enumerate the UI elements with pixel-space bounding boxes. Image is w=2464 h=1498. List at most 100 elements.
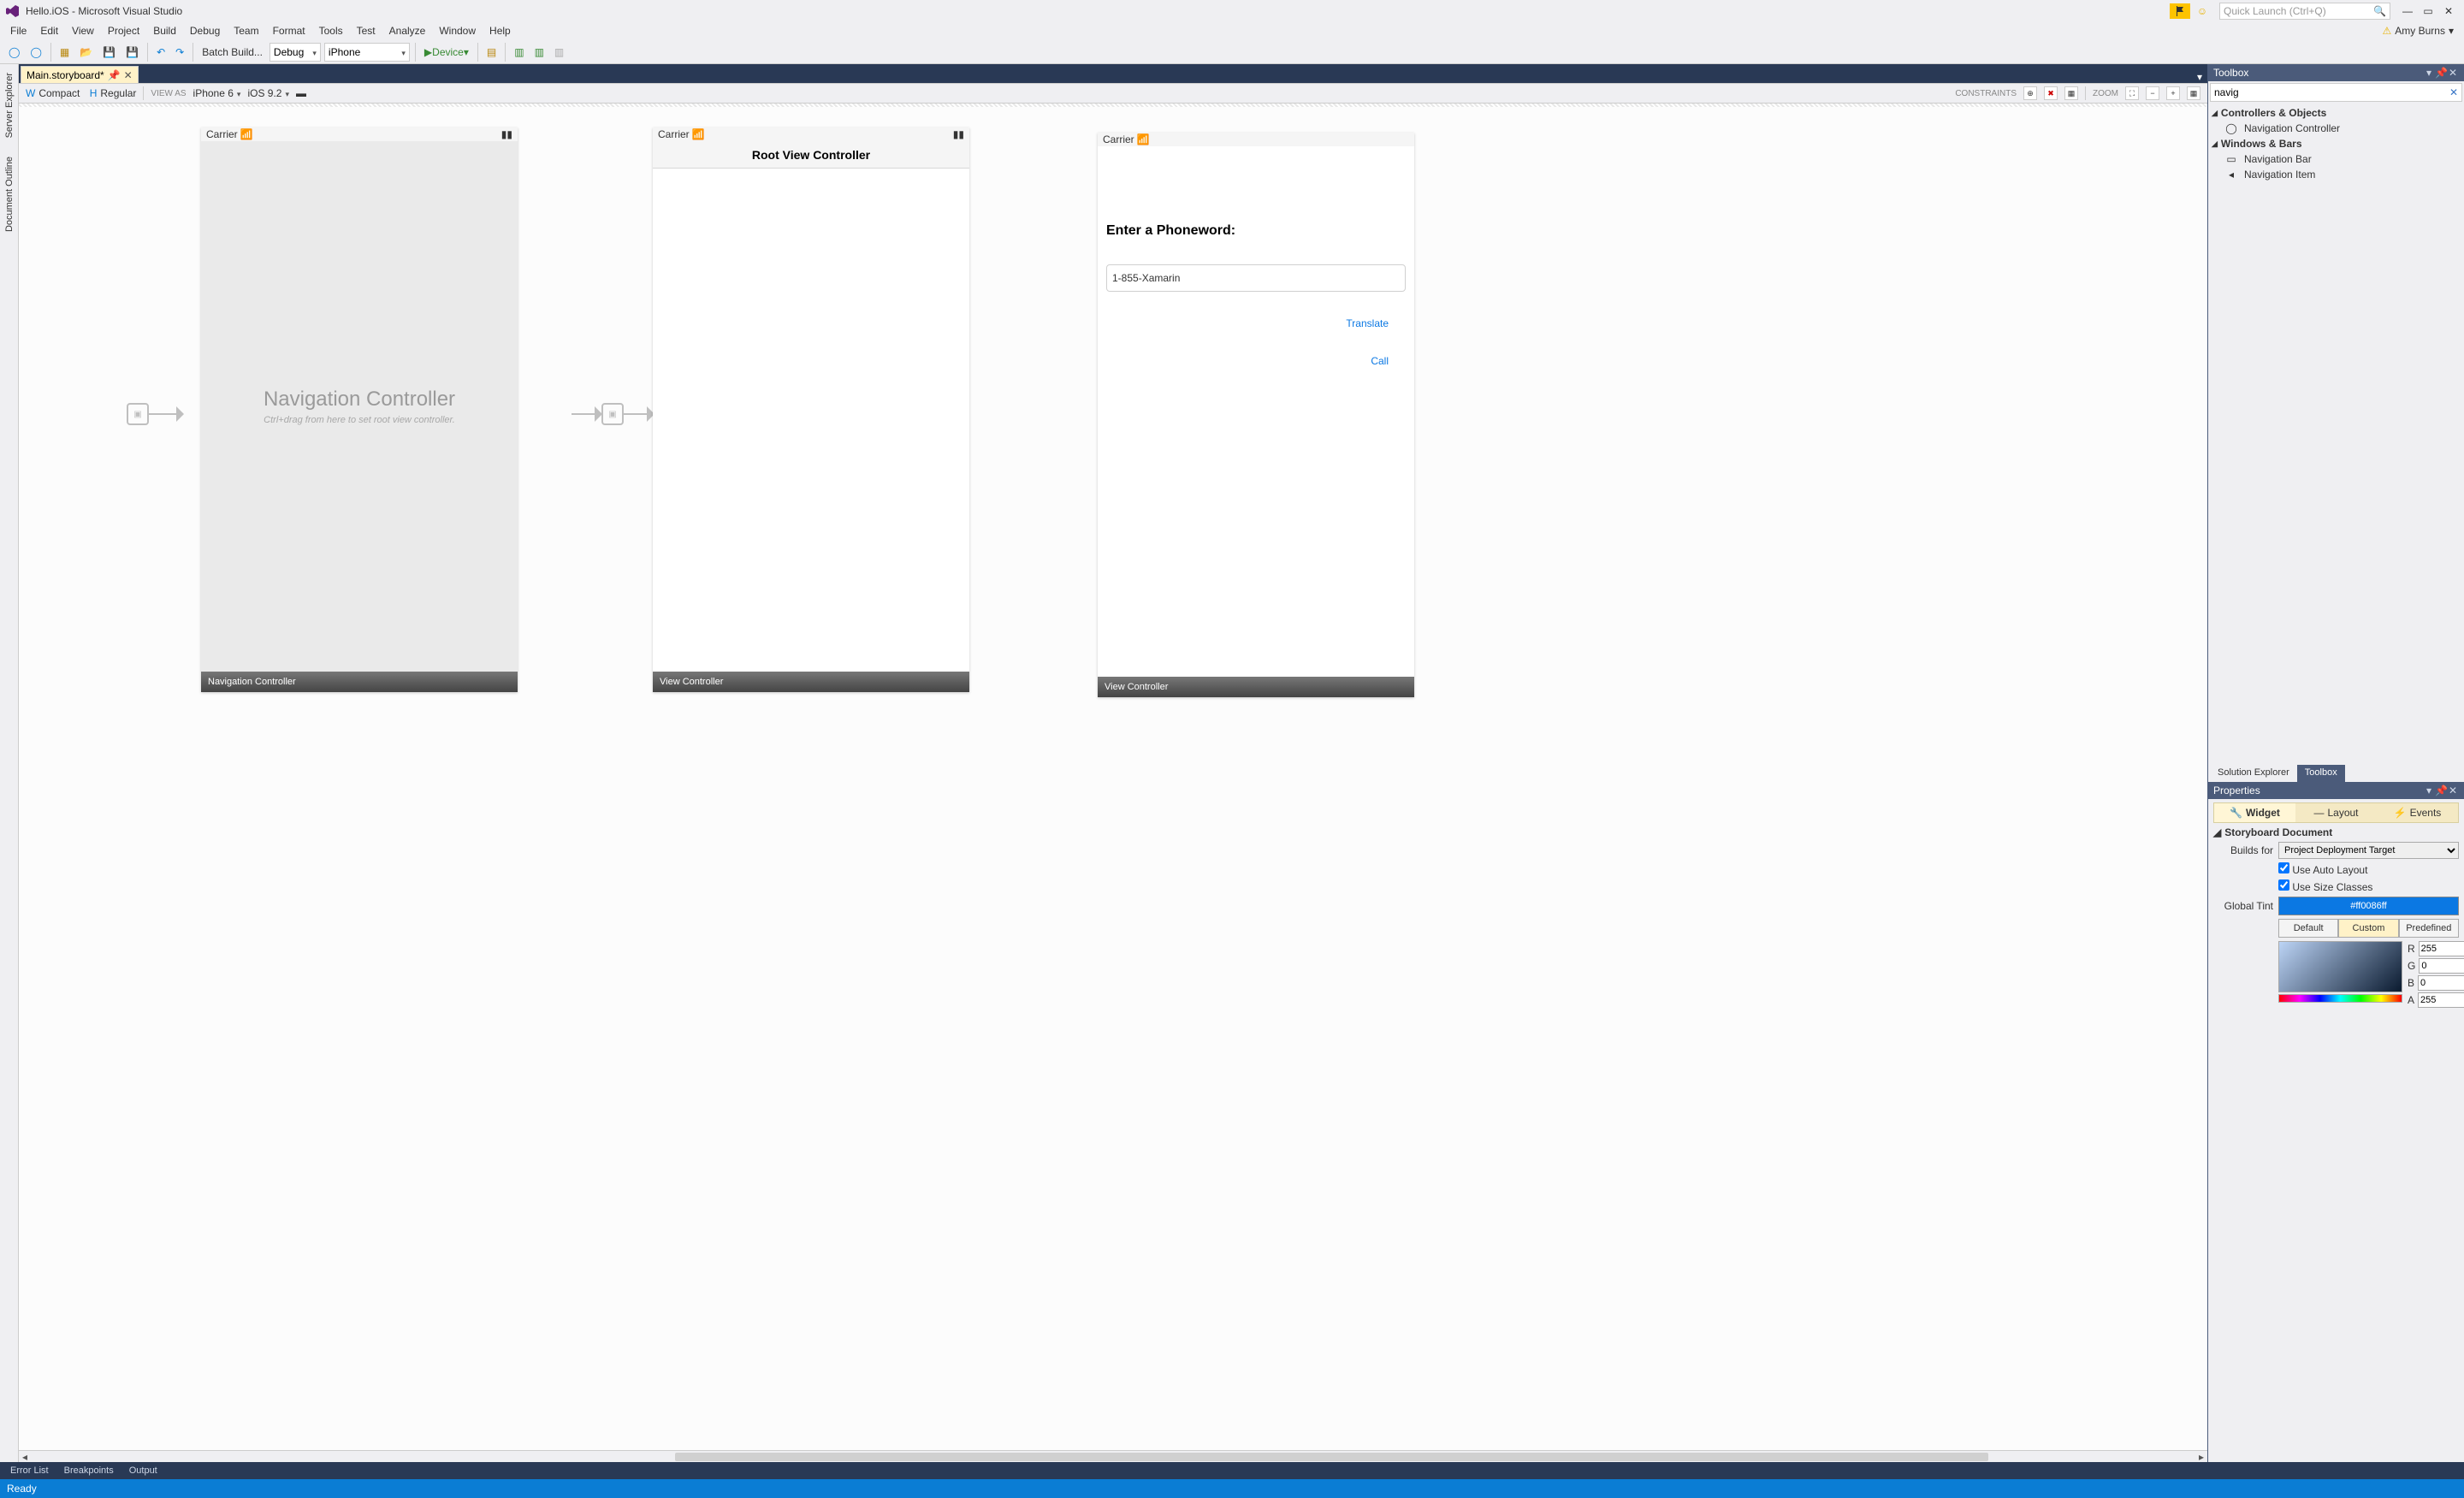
panel-close-icon[interactable]: ✕: [2447, 785, 2459, 796]
toolbar-icon-3[interactable]: ▥: [531, 43, 548, 62]
constraints-btn-1[interactable]: ⊕: [2023, 86, 2037, 100]
toolbox-search-input[interactable]: [2214, 86, 2449, 98]
zoom-actual-icon[interactable]: ▦: [2187, 86, 2200, 100]
panel-pin-icon[interactable]: 📌: [2435, 67, 2447, 79]
toolbox-item-navigation-item[interactable]: ◂Navigation Item: [2210, 167, 2462, 182]
clear-search-icon[interactable]: ✕: [2449, 86, 2458, 98]
tab-error-list[interactable]: Error List: [3, 1464, 56, 1477]
panel-menu-icon[interactable]: ▾: [2423, 67, 2435, 79]
pw-scene-label[interactable]: View Controller: [1098, 677, 1414, 697]
orientation-icon[interactable]: ▬: [296, 87, 306, 99]
global-tint-swatch[interactable]: #ff0086ff: [2278, 897, 2459, 915]
toolbox-item-navigation-controller[interactable]: ◯Navigation Controller: [2210, 121, 2462, 136]
scene-navigation-controller[interactable]: Carrier 📶 ▮▮ Navigation Controller Ctrl+…: [201, 127, 518, 692]
tab-breakpoints[interactable]: Breakpoints: [57, 1464, 121, 1477]
menu-analyze[interactable]: Analyze: [382, 23, 433, 38]
menu-test[interactable]: Test: [350, 23, 382, 38]
prop-tab-events[interactable]: ⚡Events: [2377, 803, 2458, 822]
auto-layout-checkbox[interactable]: Use Auto Layout: [2278, 864, 2367, 876]
scene-phoneword-view-controller[interactable]: Carrier 📶 Enter a Phoneword: 1-855-Xamar…: [1098, 133, 1414, 697]
undo-icon[interactable]: ↶: [153, 43, 169, 62]
toolbar-icon-4[interactable]: ▥: [551, 43, 567, 62]
redo-icon[interactable]: ↷: [172, 43, 187, 62]
a-input[interactable]: [2418, 992, 2464, 1008]
tab-solution-explorer[interactable]: Solution Explorer: [2210, 765, 2297, 782]
nav-back-button[interactable]: ◯: [5, 43, 23, 62]
storyboard-canvas[interactable]: ▣ Carrier 📶 ▮▮ Navigation Controller Ctr…: [24, 112, 2202, 1450]
toolbox-group-controllers[interactable]: ◢Controllers & Objects: [2210, 105, 2462, 121]
tab-toolbox[interactable]: Toolbox: [2297, 765, 2345, 782]
quick-launch-input[interactable]: Quick Launch (Ctrl+Q) 🔍: [2219, 3, 2390, 20]
root-scene-label[interactable]: View Controller: [653, 672, 969, 692]
config-combo[interactable]: Debug: [270, 43, 321, 62]
entry-segue[interactable]: ▣: [127, 403, 183, 425]
toolbox-header[interactable]: Toolbox ▾ 📌 ✕: [2208, 64, 2464, 81]
b-input[interactable]: [2418, 975, 2464, 991]
close-tab-icon[interactable]: ✕: [124, 69, 133, 81]
save-icon[interactable]: 💾: [99, 43, 119, 62]
batch-build-button[interactable]: Batch Build...: [198, 43, 266, 62]
canvas-hscrollbar[interactable]: ◂ ▸: [19, 1450, 2207, 1462]
prop-section-storyboard[interactable]: ◢Storyboard Document: [2213, 826, 2459, 838]
panel-menu-icon[interactable]: ▾: [2423, 785, 2435, 796]
doc-tab-storyboard[interactable]: Main.storyboard* 📌 ✕: [21, 66, 139, 83]
g-input[interactable]: [2419, 958, 2464, 974]
ios-selector[interactable]: iOS 9.2: [247, 87, 289, 99]
constraints-btn-3[interactable]: ▦: [2064, 86, 2078, 100]
doc-tab-overflow-icon[interactable]: ▾: [2192, 71, 2207, 83]
r-input[interactable]: [2419, 941, 2464, 956]
device-selector[interactable]: iPhone 6: [193, 87, 241, 99]
tab-output[interactable]: Output: [122, 1464, 164, 1477]
feedback-smiley-icon[interactable]: ☺: [2192, 3, 2212, 19]
tint-predefined-button[interactable]: Predefined: [2399, 919, 2459, 938]
menu-team[interactable]: Team: [227, 23, 265, 38]
prop-tab-widget[interactable]: 🔧Widget: [2214, 803, 2295, 822]
menu-edit[interactable]: Edit: [33, 23, 65, 38]
menu-project[interactable]: Project: [101, 23, 146, 38]
toolbar-icon-1[interactable]: ▤: [483, 43, 500, 62]
panel-pin-icon[interactable]: 📌: [2435, 785, 2447, 796]
toolbar-icon-2[interactable]: ▥: [511, 43, 527, 62]
maximize-button[interactable]: ▭: [2418, 3, 2438, 19]
tint-default-button[interactable]: Default: [2278, 919, 2338, 938]
menu-file[interactable]: File: [3, 23, 33, 38]
builds-for-select[interactable]: Project Deployment Target: [2278, 842, 2459, 859]
size-classes-checkbox[interactable]: Use Size Classes: [2278, 881, 2372, 893]
menu-window[interactable]: Window: [432, 23, 483, 38]
pw-label[interactable]: Enter a Phoneword:: [1106, 223, 1406, 239]
root-navbar-title[interactable]: Root View Controller: [653, 141, 969, 169]
menu-view[interactable]: View: [65, 23, 101, 38]
close-button[interactable]: ✕: [2438, 3, 2459, 19]
toolbox-search[interactable]: ✕: [2210, 83, 2462, 102]
open-file-icon[interactable]: 📂: [76, 43, 96, 62]
hue-slider[interactable]: [2278, 994, 2402, 1003]
pin-icon[interactable]: 📌: [108, 69, 121, 81]
scroll-left-icon[interactable]: ◂: [19, 1451, 31, 1462]
panel-close-icon[interactable]: ✕: [2447, 67, 2459, 79]
constraints-btn-2[interactable]: ✖: [2044, 86, 2058, 100]
zoom-out-icon[interactable]: −: [2146, 86, 2159, 100]
scene-root-view-controller[interactable]: Carrier 📶 ▮▮ Root View Controller View C…: [653, 127, 969, 692]
scroll-right-icon[interactable]: ▸: [2195, 1451, 2207, 1462]
pw-translate-button[interactable]: Translate: [1106, 317, 1406, 329]
save-all-icon[interactable]: 💾: [122, 43, 142, 62]
toolbox-group-windows[interactable]: ◢Windows & Bars: [2210, 136, 2462, 151]
h-size-class[interactable]: Regular: [100, 87, 136, 99]
notifications-flag-icon[interactable]: [2170, 3, 2190, 19]
platform-combo[interactable]: iPhone: [324, 43, 410, 62]
user-menu[interactable]: ⚠ Amy Burns ▾: [2383, 25, 2461, 37]
pw-call-button[interactable]: Call: [1106, 355, 1406, 367]
zoom-fit-icon[interactable]: ⛶: [2125, 86, 2139, 100]
pw-textfield[interactable]: 1-855-Xamarin: [1106, 264, 1406, 292]
color-gradient-picker[interactable]: [2278, 941, 2402, 992]
new-project-icon[interactable]: ▦: [56, 43, 73, 62]
nav-scene-label[interactable]: Navigation Controller: [201, 672, 518, 692]
properties-header[interactable]: Properties ▾ 📌 ✕: [2208, 782, 2464, 799]
menu-help[interactable]: Help: [483, 23, 518, 38]
nav-fwd-button[interactable]: ◯: [27, 43, 44, 62]
server-explorer-tab[interactable]: Server Explorer: [3, 68, 16, 143]
tint-custom-button[interactable]: Custom: [2338, 919, 2398, 938]
minimize-button[interactable]: —: [2397, 3, 2418, 19]
menu-build[interactable]: Build: [146, 23, 183, 38]
menu-debug[interactable]: Debug: [183, 23, 227, 38]
